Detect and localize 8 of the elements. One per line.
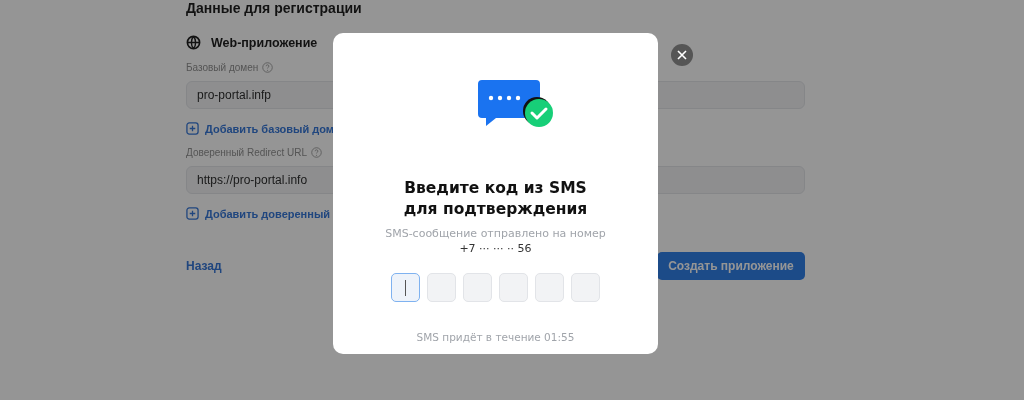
page-heading: Данные для регистрации <box>186 0 363 16</box>
field-label: Базовый домен <box>186 62 259 73</box>
sms-sent-note: SMS-сообщение отправлено на номер <box>385 227 606 240</box>
field-label: Доверенный Redirect URL <box>186 147 307 158</box>
dialog-title: Введите код из SMS для подтверждения <box>403 178 588 220</box>
timer-note: SMS придёт в течение 01:55 <box>416 331 575 343</box>
section-title: Web-приложение <box>211 35 318 50</box>
phone-number: +7 ··· ··· ·· 56 <box>459 242 532 255</box>
